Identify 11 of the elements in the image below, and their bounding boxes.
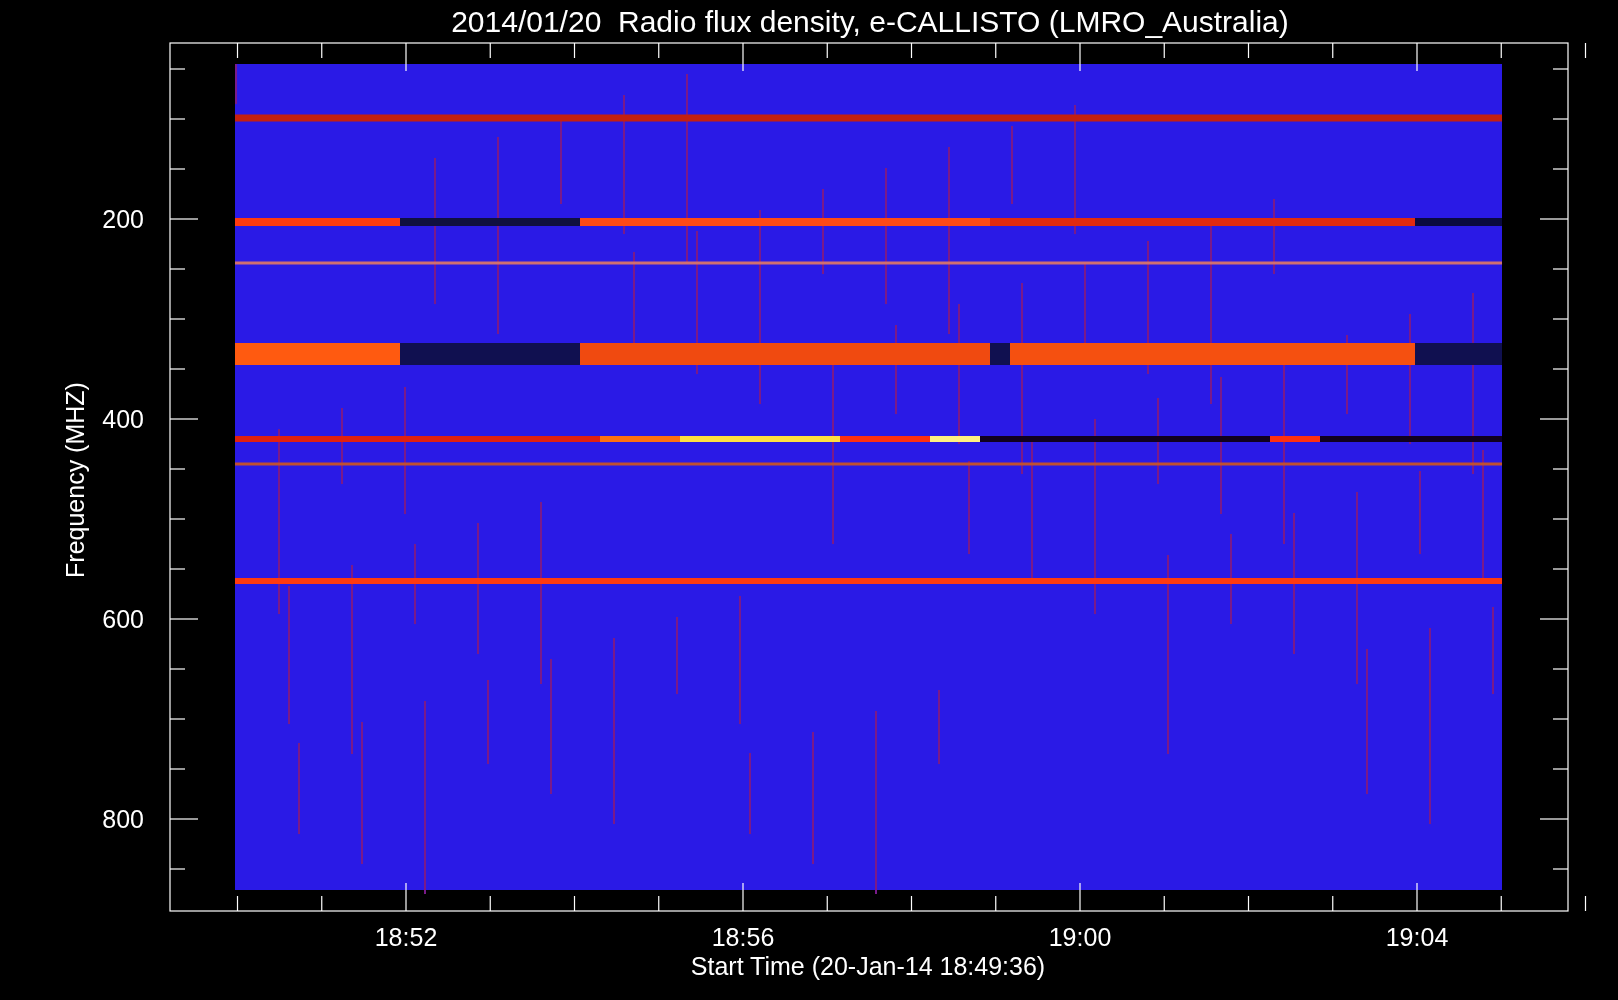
y-tick-label: 600 xyxy=(102,605,144,633)
chart-title: 2014/01/20 Radio flux density, e-CALLISTO (LMRO_Australia) xyxy=(451,5,1289,38)
x-tick-label: 19:04 xyxy=(1385,923,1449,951)
x-axis-label: Start Time (20-Jan-14 18:49:36) xyxy=(690,952,1046,980)
x-tick-label: 18:56 xyxy=(711,923,775,951)
y-axis-label: Frequency (MHZ) xyxy=(61,382,89,578)
x-tick-label: 19:00 xyxy=(1048,923,1112,951)
y-tick-label: 400 xyxy=(102,405,144,433)
y-tick-label: 800 xyxy=(102,805,144,833)
y-tick-label: 200 xyxy=(102,205,144,233)
x-tick-label: 18:52 xyxy=(374,923,438,951)
